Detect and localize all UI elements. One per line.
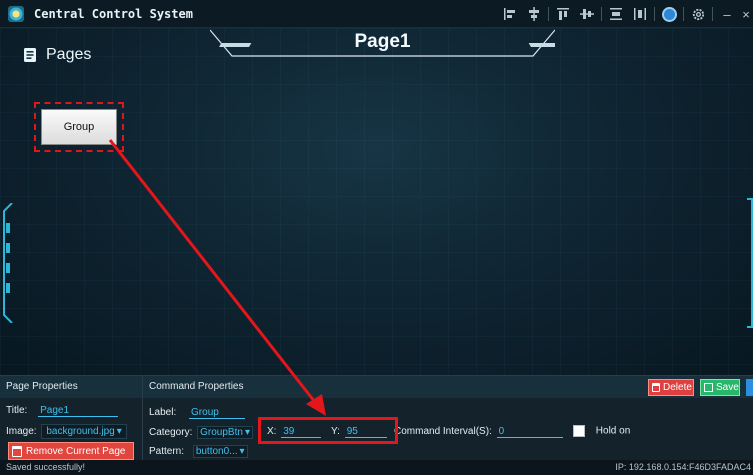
pages-label: Pages <box>46 46 92 63</box>
page-canvas[interactable]: Pages Page1 Group <box>0 28 753 375</box>
page-properties-header: Page Properties <box>0 376 142 398</box>
image-label: Image: <box>6 426 37 437</box>
chevron-down-icon: ▾ <box>244 427 250 438</box>
toolbar-icons: – × <box>498 0 753 28</box>
remove-page-button[interactable]: Remove Current Page <box>8 442 134 460</box>
selected-element-outline: Group <box>34 102 124 152</box>
align-left-icon[interactable] <box>498 0 522 28</box>
label-label: Label: <box>149 407 177 418</box>
page-title-input[interactable]: Page1 <box>38 405 119 417</box>
page-tab[interactable]: Page1 <box>210 28 555 60</box>
pages-icon <box>22 47 38 63</box>
hold-on-checkbox[interactable] <box>573 425 585 437</box>
app-title: Central Control System <box>34 7 193 21</box>
device-ip: IP: 192.168.0.154:F46D3FADAC4 <box>615 462 751 472</box>
group-button[interactable]: Group <box>41 109 117 145</box>
page-title: Page1 <box>354 31 411 52</box>
distribute-vertical-icon[interactable] <box>604 0 628 28</box>
chevron-down-icon: ▾ <box>239 446 245 457</box>
save-icon <box>704 383 713 392</box>
status-bar: Saved successfully! IP: 192.168.0.154:F4… <box>0 460 753 475</box>
pages-header[interactable]: Pages <box>22 46 91 64</box>
more-button[interactable] <box>746 379 753 396</box>
align-center-icon[interactable] <box>522 0 546 28</box>
category-label: Category: <box>149 427 193 438</box>
hold-on-label: Hold on <box>595 425 631 437</box>
app-logo-icon <box>8 6 24 22</box>
align-middle-icon[interactable] <box>575 0 599 28</box>
save-button[interactable]: Save <box>700 379 740 396</box>
left-frame-decoration <box>0 202 14 324</box>
pattern-select[interactable]: button0... ▾ <box>192 445 248 458</box>
label-input[interactable]: Group <box>189 407 246 419</box>
delete-button[interactable]: Delete <box>648 379 694 396</box>
align-top-icon[interactable] <box>551 0 575 28</box>
coordinate-highlight-box <box>258 417 398 444</box>
image-select[interactable]: background.jpg ▾ <box>41 424 127 439</box>
settings-icon[interactable] <box>686 0 710 28</box>
title-label: Title: <box>6 405 28 416</box>
right-frame-decoration <box>747 198 753 328</box>
globe-icon[interactable] <box>657 0 681 28</box>
command-interval-label: Command Interval(S): <box>394 426 492 437</box>
chevron-down-icon: ▾ <box>116 426 122 437</box>
status-message: Saved successfully! <box>6 462 86 472</box>
close-icon[interactable]: × <box>739 0 753 28</box>
command-interval-input[interactable]: 0 <box>496 426 563 438</box>
trash-icon <box>652 383 660 392</box>
distribute-horizontal-icon[interactable] <box>628 0 652 28</box>
title-bar: Central Control System – × <box>0 0 753 28</box>
category-select[interactable]: GroupBtn ▾ <box>197 426 253 439</box>
minimize-icon[interactable]: – <box>715 0 739 28</box>
pattern-label: Pattern: <box>149 446 185 457</box>
trash-icon <box>12 445 22 457</box>
